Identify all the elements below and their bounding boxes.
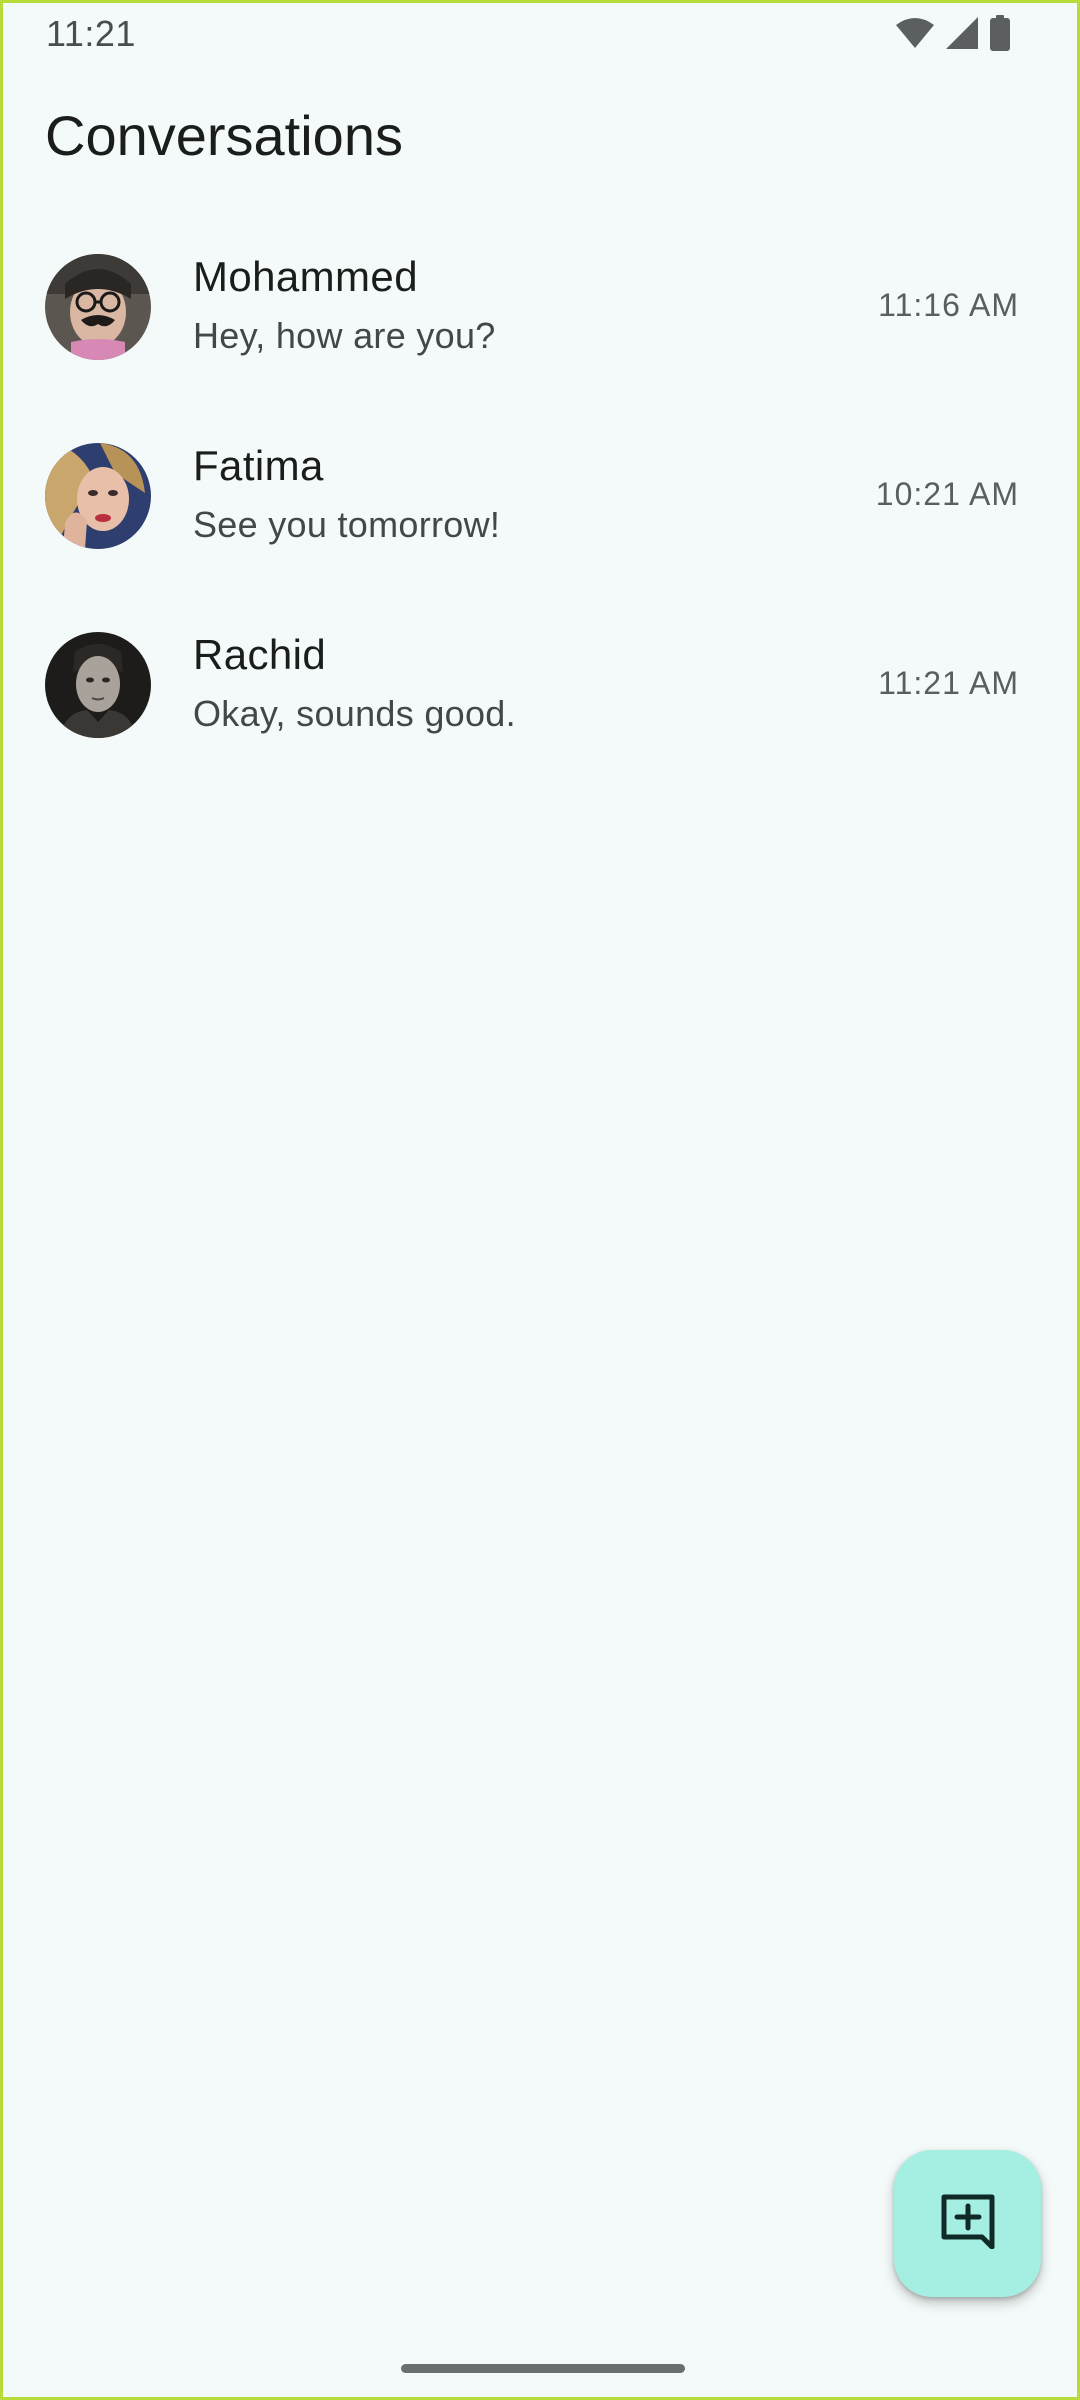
page-title: Conversations (45, 104, 403, 167)
contact-name: Mohammed (193, 253, 418, 300)
last-message: Hey, how are you? (193, 315, 496, 356)
conversation-item-rachid[interactable]: Rachid Okay, sounds good. 11:21 AM (3, 615, 1080, 804)
home-indicator[interactable] (401, 2364, 685, 2373)
battery-icon (989, 15, 1011, 51)
avatar (45, 443, 151, 549)
last-message: Okay, sounds good. (193, 693, 516, 734)
avatar (45, 632, 151, 738)
screen: 11:21 Conversations Mohammed Hey, how ar… (0, 0, 1080, 2400)
contact-name: Rachid (193, 631, 327, 678)
status-time: 11:21 (46, 13, 136, 54)
avatar (45, 254, 151, 360)
contact-name: Fatima (193, 442, 324, 489)
wifi-icon (895, 17, 935, 49)
message-time: 11:21 AM (878, 665, 1019, 701)
message-time: 11:16 AM (878, 287, 1019, 323)
new-conversation-button[interactable] (894, 2150, 1041, 2297)
cellular-signal-icon (945, 16, 979, 50)
message-time: 10:21 AM (875, 476, 1019, 512)
status-bar: 11:21 (3, 3, 1080, 65)
last-message: See you tomorrow! (193, 504, 501, 545)
conversation-list: Mohammed Hey, how are you? 11:16 AM Fati (3, 237, 1080, 804)
status-icons (895, 15, 1011, 51)
new-chat-icon (940, 2193, 996, 2254)
conversation-item-fatima[interactable]: Fatima See you tomorrow! 10:21 AM (3, 426, 1080, 615)
conversation-item-mohammed[interactable]: Mohammed Hey, how are you? 11:16 AM (3, 237, 1080, 426)
